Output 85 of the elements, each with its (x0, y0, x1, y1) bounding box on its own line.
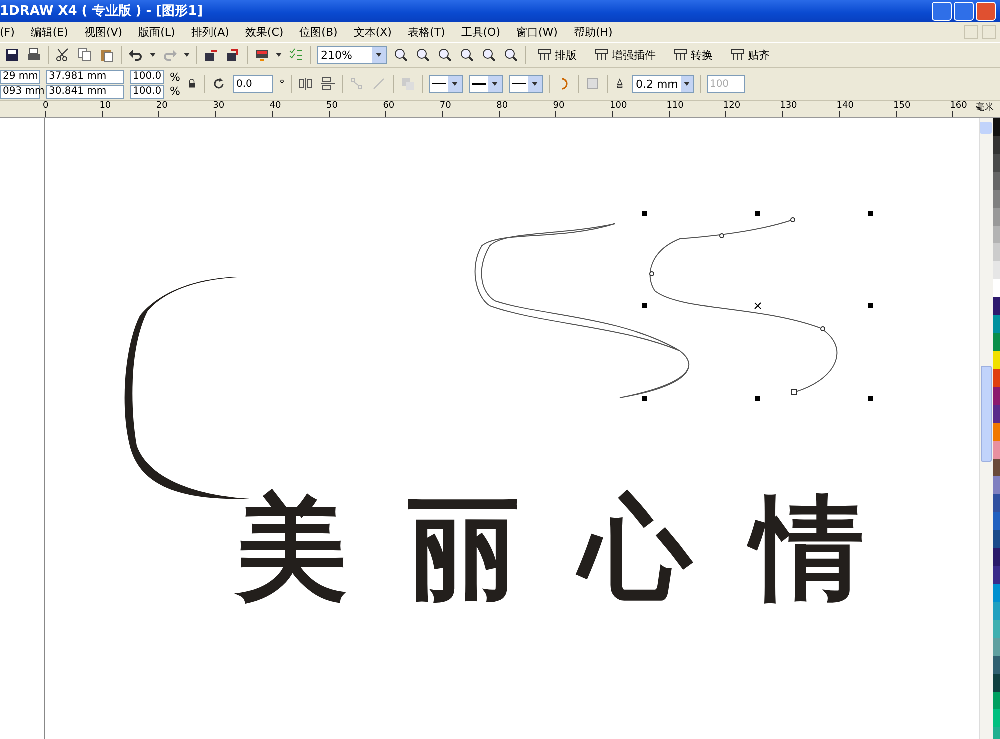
degree-label: ° (279, 78, 285, 90)
close-button[interactable] (976, 2, 996, 20)
toolbar-button[interactable]: 贴齐 (725, 48, 776, 62)
menu-item[interactable]: 位图(B) (292, 24, 346, 40)
x-position-field[interactable]: 29 mm (0, 70, 40, 84)
window-title: 1DRAW X4 ( 专业版 ) - [图形1] (0, 3, 204, 20)
toolbar-icon[interactable] (538, 49, 552, 61)
scale-x-field[interactable]: 100.0 (130, 70, 164, 84)
menu-item[interactable]: 窗口(W) (508, 24, 566, 40)
ruler-label: 150 (894, 101, 911, 111)
magnifier-icon[interactable] (459, 47, 475, 63)
menu-item[interactable]: 效果(C) (237, 24, 292, 40)
menu-item[interactable]: 文本(X) (346, 24, 400, 40)
print-icon[interactable] (26, 47, 42, 63)
maximize-button[interactable] (954, 2, 974, 20)
ruler-label: 0 (43, 101, 49, 111)
line-style-dropdown[interactable] (468, 75, 503, 93)
toolbar-button[interactable]: 增强插件 (589, 48, 662, 62)
export-icon[interactable] (225, 47, 241, 63)
ruler-label: 120 (723, 101, 741, 111)
color-palette[interactable] (993, 118, 1000, 739)
scissors-icon[interactable] (55, 47, 71, 63)
ruler-label: 20 (156, 101, 168, 111)
ruler-label: 40 (270, 101, 282, 111)
vertical-scrollbar[interactable] (979, 118, 993, 739)
node-icon[interactable] (348, 76, 365, 92)
toolbar-icon[interactable] (731, 49, 745, 61)
value-field: 100 (706, 75, 745, 93)
ruler-label: 70 (440, 101, 452, 111)
caret-icon[interactable] (492, 82, 498, 86)
copy-icon[interactable] (77, 47, 93, 63)
zoom-dropdown[interactable]: 210% (317, 46, 387, 64)
magnifier-icon[interactable] (481, 47, 497, 63)
ruler-label: 160 (950, 101, 968, 111)
zoom-out-icon[interactable] (415, 47, 431, 63)
menu-item[interactable]: 视图(V) (76, 24, 131, 40)
selection-handles[interactable] (642, 212, 874, 402)
unit-label: % (170, 70, 180, 84)
mirror-icon[interactable] (298, 76, 314, 92)
monitor-icon[interactable] (254, 47, 270, 63)
toolbar-icon[interactable] (674, 49, 688, 61)
flip-icon[interactable] (320, 76, 336, 92)
magnifier-icon[interactable] (437, 47, 453, 63)
ruler-label: 80 (496, 101, 508, 111)
menu-item[interactable]: 表格(T) (400, 24, 454, 40)
ruler-label: 130 (780, 101, 798, 111)
toolbar-button[interactable]: 排版 (532, 48, 583, 62)
rotation-field[interactable]: 0.0 (233, 75, 274, 93)
ruler-label: 30 (213, 101, 225, 111)
caret-icon[interactable] (150, 53, 156, 57)
ruler-label: 140 (836, 101, 854, 111)
caret-icon[interactable] (376, 53, 382, 57)
paste-icon[interactable] (99, 47, 115, 63)
ruler-unit: 毫米 (976, 101, 994, 114)
checklist-icon[interactable] (288, 47, 304, 63)
menu-item[interactable]: 版面(L) (130, 24, 184, 40)
end-arrow-dropdown[interactable] (508, 75, 543, 93)
menu-item[interactable]: 工具(O) (453, 24, 508, 40)
zoom-in-icon[interactable] (393, 47, 409, 63)
start-arrow-dropdown[interactable] (428, 75, 463, 93)
ruler-label: 10 (100, 101, 112, 111)
width-field[interactable]: 37.981 mm (46, 70, 124, 84)
save-icon[interactable] (4, 47, 20, 63)
menu-item[interactable]: 排列(A) (183, 24, 238, 40)
caret-icon[interactable] (532, 82, 538, 86)
ruler-label: 60 (383, 101, 395, 111)
toolbar-icon[interactable] (595, 49, 609, 61)
caret-icon[interactable] (276, 53, 282, 57)
unit-label: % (170, 84, 180, 98)
magnifier-icon[interactable] (503, 47, 519, 63)
ruler-label: 90 (553, 101, 565, 111)
scale-y-field[interactable]: 100.0 (130, 84, 164, 98)
menu-item[interactable]: 编辑(E) (22, 24, 76, 40)
ruler-label: 110 (666, 101, 684, 111)
menu-item[interactable]: (F) (0, 26, 23, 38)
ruler-label: 50 (326, 101, 338, 111)
outline-width-dropdown[interactable]: 0.2 mm (632, 75, 694, 93)
height-field[interactable]: 30.841 mm (46, 84, 124, 98)
caret-icon[interactable] (184, 53, 190, 57)
caret-icon[interactable] (452, 82, 458, 86)
toolbar-button[interactable]: 转换 (668, 48, 719, 62)
ruler-label: 100 (610, 101, 628, 111)
import-icon[interactable] (203, 47, 219, 63)
menu-item[interactable]: 帮助(H) (566, 24, 621, 40)
caret-icon[interactable] (684, 82, 690, 86)
